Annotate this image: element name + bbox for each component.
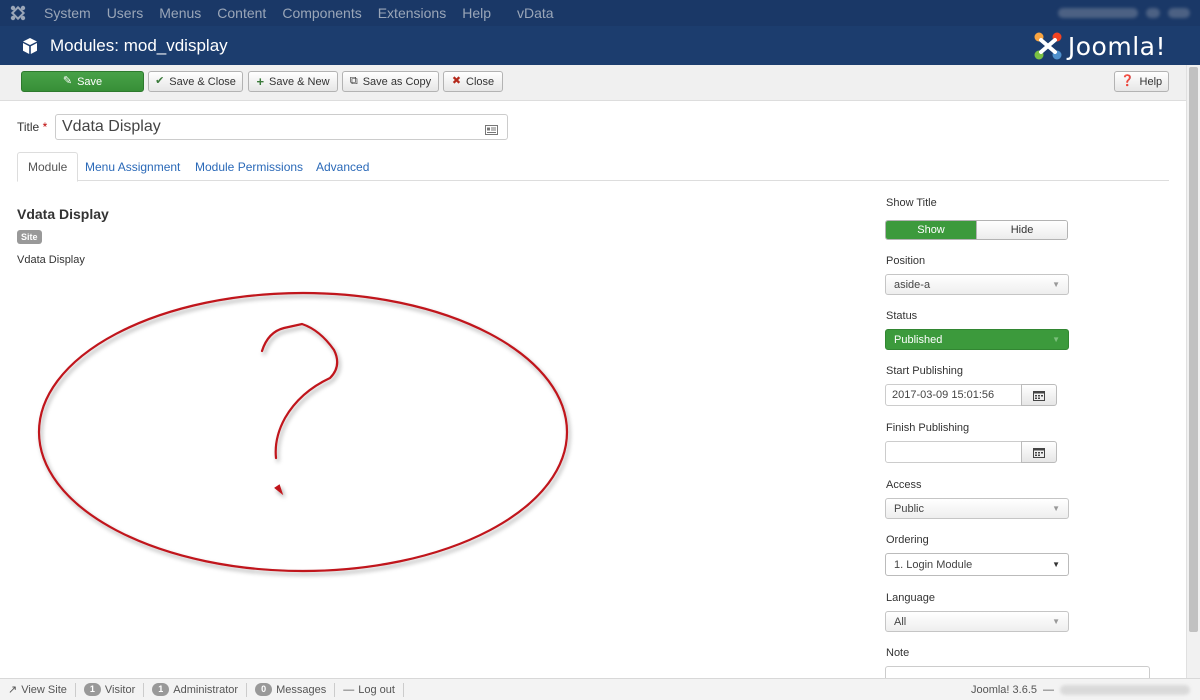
- toolbar: ✎ Save ✔ Save & Close + Save & New ⧉ Sav…: [0, 65, 1186, 101]
- finish-publishing-input[interactable]: [885, 441, 1022, 463]
- joomla-wordmark: Joomla!: [1067, 31, 1166, 61]
- external-link-icon: ↗: [8, 684, 18, 696]
- access-label: Access: [886, 479, 922, 491]
- admin-count: 1 Administrator: [144, 682, 248, 697]
- nav-users[interactable]: Users: [99, 0, 152, 26]
- chevron-down-icon: ▼: [1052, 504, 1060, 513]
- finish-publishing-label: Finish Publishing: [886, 422, 970, 434]
- save-as-copy-button[interactable]: ⧉ Save as Copy: [342, 71, 439, 92]
- plus-icon: +: [256, 74, 265, 89]
- required-mark: *: [42, 120, 48, 134]
- nav-content[interactable]: Content: [209, 0, 274, 26]
- help-button[interactable]: ❓ Help: [1114, 71, 1169, 92]
- language-select[interactable]: All ▼: [885, 611, 1069, 632]
- tab-advanced[interactable]: Advanced: [306, 152, 379, 181]
- save-close-button[interactable]: ✔ Save & Close: [148, 71, 243, 92]
- annotation-ellipse: [37, 291, 569, 573]
- chevron-down-icon: ▼: [1052, 617, 1060, 626]
- annotation-question-stroke: [260, 322, 339, 460]
- admin-count-badge: 1: [152, 683, 170, 696]
- module-description: Vdata Display: [17, 254, 85, 266]
- nav-components[interactable]: Components: [274, 0, 369, 26]
- messages-link[interactable]: 0 Messages: [247, 682, 336, 697]
- annotation-question-dot: [274, 484, 284, 496]
- ordering-select[interactable]: 1. Login Module ▼: [885, 553, 1069, 576]
- messages-count-badge: 0: [255, 683, 273, 696]
- cube-icon: [20, 36, 40, 56]
- joomla-menu-icon[interactable]: [0, 0, 36, 26]
- start-publishing-input[interactable]: 2017-03-09 15:01:56: [885, 384, 1022, 406]
- hide-option[interactable]: Hide: [976, 221, 1067, 239]
- joomla-logo-icon: [1034, 32, 1062, 60]
- tab-module-permissions[interactable]: Module Permissions: [185, 152, 313, 181]
- page-scrollbar[interactable]: [1186, 65, 1200, 678]
- position-select[interactable]: aside-a ▼: [885, 274, 1069, 295]
- show-title-label: Show Title: [886, 197, 937, 209]
- tab-module[interactable]: Module: [17, 152, 79, 182]
- nav-menus[interactable]: Menus: [151, 0, 209, 26]
- nav-extensions[interactable]: Extensions: [370, 0, 454, 26]
- chevron-down-icon: ▼: [1052, 335, 1060, 344]
- show-title-toggle: Show Hide: [885, 220, 1068, 240]
- title-input[interactable]: Vdata Display: [55, 114, 508, 140]
- scrollbar-thumb[interactable]: [1189, 67, 1198, 632]
- note-input[interactable]: [885, 666, 1150, 678]
- title-label: Title *: [17, 120, 48, 134]
- access-select[interactable]: Public ▼: [885, 498, 1069, 519]
- status-select[interactable]: Published ▼: [885, 329, 1069, 350]
- chevron-down-icon: ▼: [1052, 560, 1060, 569]
- page-header: Modules: mod_vdisplay Joomla!: [0, 26, 1200, 65]
- version-info: Joomla! 3.6.5 —: [971, 679, 1190, 700]
- save-new-button[interactable]: + Save & New: [248, 71, 338, 92]
- status-label: Status: [886, 310, 918, 322]
- blurred-site-name[interactable]: [1058, 8, 1138, 18]
- module-heading: Vdata Display: [17, 206, 109, 222]
- version-text: Joomla! 3.6.5: [970, 684, 1037, 696]
- ordering-label: Ordering: [886, 534, 929, 546]
- question-mark-annotation: [37, 291, 569, 573]
- minus-icon: —: [343, 683, 355, 696]
- language-label: Language: [886, 592, 935, 604]
- check-icon: ✔: [155, 75, 165, 87]
- blurred-copyright: [1060, 685, 1190, 695]
- nav-system[interactable]: System: [36, 0, 99, 26]
- start-publishing-label: Start Publishing: [886, 365, 964, 377]
- start-calendar-button[interactable]: [1021, 384, 1057, 406]
- tab-menu-assignment[interactable]: Menu Assignment: [75, 152, 190, 181]
- close-button[interactable]: ✖ Close: [443, 71, 503, 92]
- blurred-icon: [1146, 8, 1160, 18]
- nav-vdata[interactable]: vData: [509, 0, 562, 26]
- tab-bar: Module Menu Assignment Module Permission…: [17, 152, 1169, 182]
- close-circle-icon: ✖: [451, 75, 462, 87]
- question-circle-icon: ❓: [1120, 75, 1135, 87]
- visitor-count-badge: 1: [83, 683, 101, 696]
- copy-icon: ⧉: [349, 75, 358, 87]
- save-button[interactable]: ✎ Save: [21, 71, 144, 92]
- site-badge: Site: [17, 230, 42, 244]
- calendar-icon: [1033, 390, 1045, 401]
- position-label: Position: [886, 255, 926, 267]
- edit-icon: ✎: [62, 75, 73, 87]
- logout-link[interactable]: — Log out: [335, 682, 404, 697]
- user-area: [1058, 0, 1200, 26]
- visitor-count: 1 Visitor: [76, 682, 145, 697]
- top-navbar: System Users Menus Content Components Ex…: [0, 0, 1200, 26]
- chevron-down-icon: ▼: [1052, 280, 1060, 289]
- blurred-user-menu[interactable]: [1168, 8, 1190, 18]
- status-bar: ↗ View Site 1 Visitor 1 Administrator 0 …: [0, 678, 1200, 700]
- version-separator: —: [1043, 684, 1054, 696]
- calendar-icon: [1033, 447, 1045, 458]
- note-label: Note: [886, 647, 910, 659]
- show-option[interactable]: Show: [886, 221, 976, 239]
- joomla-logo: Joomla!: [1032, 30, 1166, 62]
- contact-card-icon: [485, 122, 498, 140]
- nav-help[interactable]: Help: [454, 0, 499, 26]
- page-title: Modules: mod_vdisplay: [50, 35, 228, 55]
- view-site-link[interactable]: ↗ View Site: [0, 682, 76, 697]
- finish-calendar-button[interactable]: [1021, 441, 1057, 463]
